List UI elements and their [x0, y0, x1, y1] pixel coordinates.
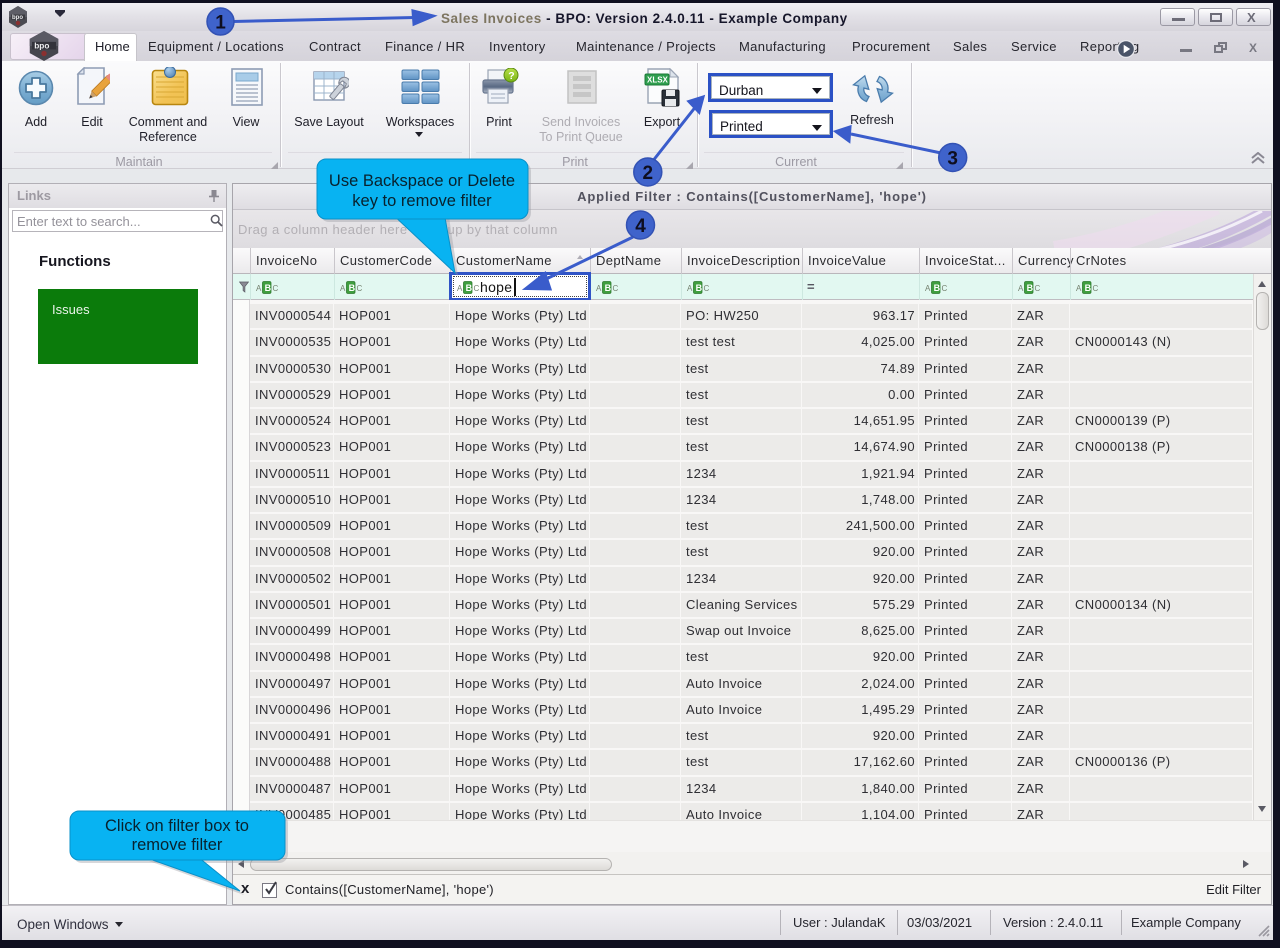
svg-text:3: 3 — [947, 149, 958, 170]
svg-text:4: 4 — [635, 216, 646, 237]
svg-text:key to remove filter: key to remove filter — [352, 192, 492, 210]
svg-text:Use Backspace or Delete: Use Backspace or Delete — [329, 172, 515, 190]
svg-text:2: 2 — [643, 163, 654, 184]
svg-text:Click on filter box to: Click on filter box to — [105, 817, 249, 835]
svg-text:1: 1 — [215, 13, 226, 34]
svg-text:remove filter: remove filter — [132, 836, 223, 854]
